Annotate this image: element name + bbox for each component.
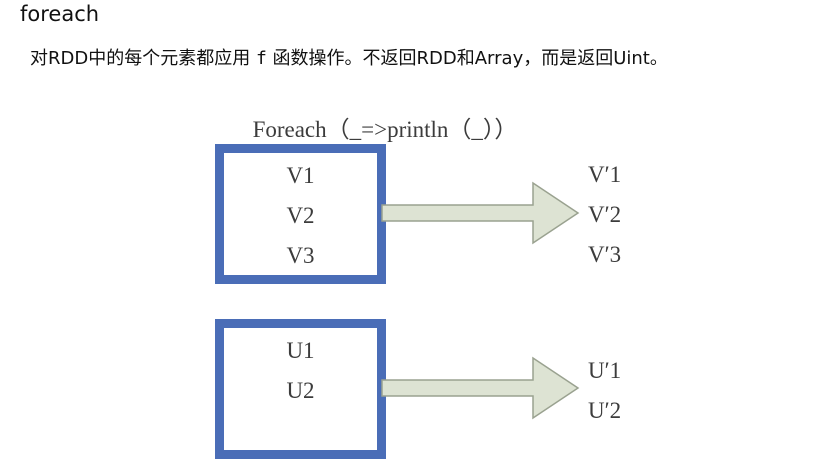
input-element-u2: U2 (286, 378, 315, 403)
description-part-2: 函数操作。不返回RDD和Array，而是返回Uint。 (266, 48, 668, 69)
input-partition-u: U1 U2 (215, 319, 386, 459)
output-element-v2: V′2 (588, 202, 622, 227)
description-code-f: f (255, 48, 267, 69)
description: 对RDD中的每个元素都应用 f 函数操作。不返回RDD和Array，而是返回Ui… (30, 46, 820, 72)
input-element-v2: V2 (286, 203, 315, 228)
diagram-caption: Foreach（_=>println（_）） (252, 117, 518, 142)
input-partition-v: V1 V2 V3 (215, 144, 386, 284)
input-element-v3: V3 (286, 243, 315, 268)
output-element-v1: V′1 (588, 162, 622, 187)
output-element-u2: U′2 (588, 398, 622, 423)
input-element-u1: U1 (286, 338, 315, 363)
output-element-u1: U′1 (588, 358, 622, 383)
transform-arrow-icon (381, 181, 580, 245)
description-part-1: 对RDD中的每个元素都应用 (30, 48, 256, 69)
output-element-v3: V′3 (588, 242, 622, 267)
input-element-v1: V1 (286, 163, 315, 188)
transform-arrow-icon (381, 356, 580, 420)
section-heading: foreach (20, 2, 100, 26)
